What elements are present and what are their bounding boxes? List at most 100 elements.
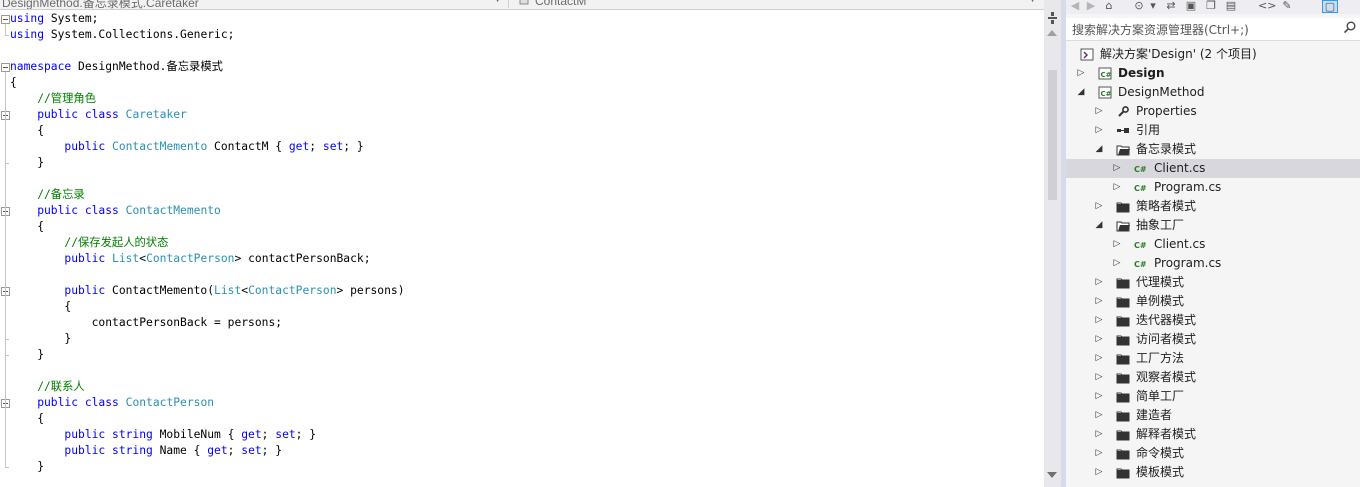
- code-icon[interactable]: <>: [1258, 0, 1276, 12]
- code-line[interactable]: //备忘录: [10, 187, 85, 203]
- csharp-file-icon: C#: [1134, 257, 1148, 270]
- collapsed-arrow-icon[interactable]: ▷: [1094, 444, 1104, 463]
- tree-item[interactable]: ▷ 解释者模式: [1066, 425, 1360, 444]
- tree-item[interactable]: ▷ C# Client.cs: [1066, 235, 1360, 254]
- tree-item[interactable]: ▷ 简单工厂: [1066, 387, 1360, 406]
- tree-item[interactable]: ▷ 策略者模式: [1066, 197, 1360, 216]
- code-line[interactable]: }: [10, 331, 71, 347]
- collapsed-arrow-icon[interactable]: ▷: [1094, 368, 1104, 387]
- collapsed-arrow-icon[interactable]: ▷: [1094, 349, 1104, 368]
- tree-item[interactable]: ◢ 备忘录模式: [1066, 140, 1360, 159]
- split-window-icon[interactable]: [1047, 12, 1058, 26]
- code-line[interactable]: contactPersonBack = persons;: [10, 315, 282, 331]
- copy-icon[interactable]: ❐: [1204, 0, 1218, 12]
- tree-item[interactable]: ▷ 建造者: [1066, 406, 1360, 425]
- tree-item[interactable]: ▷ C# Client.cs: [1066, 159, 1360, 178]
- solution-search-box[interactable]: 搜索解决方案资源管理器(Ctrl+;): [1066, 18, 1360, 41]
- code-line[interactable]: //保存发起人的状态: [10, 235, 168, 251]
- code-line[interactable]: public string MobileNum { get; set; }: [10, 427, 316, 443]
- svg-text:C#: C#: [1134, 165, 1147, 174]
- scroll-down-arrow-icon[interactable]: [1047, 472, 1057, 478]
- member-dropdown[interactable]: ContactM ▼: [515, 0, 1043, 8]
- expanded-arrow-icon[interactable]: ◢: [1094, 216, 1104, 235]
- code-line[interactable]: }: [10, 155, 44, 171]
- collapsed-arrow-icon[interactable]: ▷: [1094, 102, 1104, 121]
- code-line[interactable]: namespace DesignMethod.备忘录模式: [10, 59, 223, 75]
- collapse-icon[interactable]: ▣: [1184, 0, 1198, 12]
- scroll-up-arrow-icon[interactable]: [1047, 30, 1057, 36]
- tree-item[interactable]: ▷ 引用: [1066, 121, 1360, 140]
- collapsed-arrow-icon[interactable]: ▷: [1094, 425, 1104, 444]
- collapsed-arrow-icon[interactable]: ▷: [1112, 178, 1122, 197]
- tree-item[interactable]: ▷ 代理模式: [1066, 273, 1360, 292]
- collapsed-arrow-icon[interactable]: ▷: [1112, 254, 1122, 273]
- code-line[interactable]: using System;: [10, 11, 98, 27]
- tree-item-label: 代理模式: [1136, 275, 1185, 289]
- collapsed-arrow-icon[interactable]: ▷: [1094, 330, 1104, 349]
- code-line[interactable]: }: [10, 347, 44, 363]
- collapsed-arrow-icon[interactable]: ▷: [1094, 387, 1104, 406]
- editor-vertical-scrollbar[interactable]: [1044, 0, 1061, 487]
- code-line[interactable]: {: [10, 219, 44, 235]
- collapsed-arrow-icon[interactable]: ▷: [1112, 235, 1122, 254]
- expanded-arrow-icon[interactable]: ◢: [1094, 140, 1104, 159]
- tree-item[interactable]: ▷ 模板模式: [1066, 463, 1360, 482]
- tree-item[interactable]: ▷ 单例模式: [1066, 292, 1360, 311]
- expanded-arrow-icon[interactable]: ◢: [1076, 83, 1086, 102]
- collapse-region-icon[interactable]: [1, 15, 10, 24]
- collapse-region-icon[interactable]: [1, 63, 10, 72]
- code-line[interactable]: }: [10, 459, 44, 475]
- tree-item[interactable]: ◢ 抽象工厂: [1066, 216, 1360, 235]
- collapsed-arrow-icon[interactable]: ▷: [1094, 463, 1104, 482]
- collapsed-arrow-icon[interactable]: ▷: [1094, 311, 1104, 330]
- tree-item[interactable]: ▷ 命令模式: [1066, 444, 1360, 463]
- search-icon[interactable]: [1343, 21, 1356, 34]
- forward-icon[interactable]: ▶: [1084, 0, 1098, 12]
- collapsed-arrow-icon[interactable]: ▷: [1112, 159, 1122, 178]
- code-line[interactable]: public string Name { get; set; }: [10, 443, 282, 459]
- code-line[interactable]: public List<ContactPerson> contactPerson…: [10, 251, 370, 267]
- code-line[interactable]: public ContactMemento ContactM { get; se…: [10, 139, 363, 155]
- preview-icon[interactable]: ▢: [1322, 0, 1338, 13]
- collapsed-arrow-icon[interactable]: ▷: [1076, 64, 1086, 83]
- collapsed-arrow-icon[interactable]: ▷: [1094, 273, 1104, 292]
- tree-item[interactable]: ▷ C# Design: [1066, 64, 1360, 83]
- code-line[interactable]: public class ContactPerson: [10, 395, 214, 411]
- chevron-down-icon[interactable]: ▾: [1146, 0, 1160, 12]
- sync-icon[interactable]: ⇄: [1164, 0, 1178, 12]
- code-line[interactable]: {: [10, 411, 44, 427]
- tree-item[interactable]: ▷ C# Program.cs: [1066, 254, 1360, 273]
- tree-item[interactable]: ▷ 工厂方法: [1066, 349, 1360, 368]
- tree-item[interactable]: ▷ C# Program.cs: [1066, 178, 1360, 197]
- tree-item[interactable]: ▷ Properties: [1066, 102, 1360, 121]
- code-line[interactable]: public class Caretaker: [10, 107, 187, 123]
- back-icon[interactable]: ◀: [1068, 0, 1082, 12]
- tree-item[interactable]: ▷ 迭代器模式: [1066, 311, 1360, 330]
- code-text: System;: [44, 12, 99, 25]
- home-icon[interactable]: ⌂: [1102, 0, 1116, 12]
- show-all-files-icon[interactable]: ▤: [1224, 0, 1238, 12]
- collapsed-arrow-icon[interactable]: ▷: [1094, 406, 1104, 425]
- history-icon[interactable]: ⊙: [1132, 0, 1146, 12]
- code-editor[interactable]: using System; using System.Collections.Ge…: [0, 10, 1044, 487]
- code-line[interactable]: //联系人: [10, 379, 85, 395]
- code-line[interactable]: {: [10, 123, 44, 139]
- collapsed-arrow-icon[interactable]: ▷: [1094, 292, 1104, 311]
- scroll-thumb[interactable]: [1048, 70, 1057, 200]
- code-line[interactable]: public ContactMemento(List<ContactPerson…: [10, 283, 404, 299]
- code-line[interactable]: {: [10, 75, 17, 91]
- tree-item[interactable]: 解决方案'Design' (2 个项目): [1066, 45, 1360, 64]
- collapsed-arrow-icon[interactable]: ▷: [1094, 121, 1104, 140]
- tree-item[interactable]: ◢ C# DesignMethod: [1066, 83, 1360, 102]
- tree-item[interactable]: ▷ 观察者模式: [1066, 368, 1360, 387]
- code-line[interactable]: public class ContactMemento: [10, 203, 221, 219]
- tree-item[interactable]: ▷ 访问者模式: [1066, 330, 1360, 349]
- code-line[interactable]: {: [10, 299, 71, 315]
- collapsed-arrow-icon[interactable]: ▷: [1094, 197, 1104, 216]
- type-dropdown[interactable]: DesignMethod.备忘录模式.Caretaker ▼: [0, 0, 509, 9]
- code-line[interactable]: //管理角色: [10, 91, 96, 107]
- wrench-icon[interactable]: ✎: [1280, 0, 1294, 12]
- code-line[interactable]: using System.Collections.Generic;: [10, 27, 234, 43]
- tree-item-label: 单例模式: [1136, 294, 1185, 308]
